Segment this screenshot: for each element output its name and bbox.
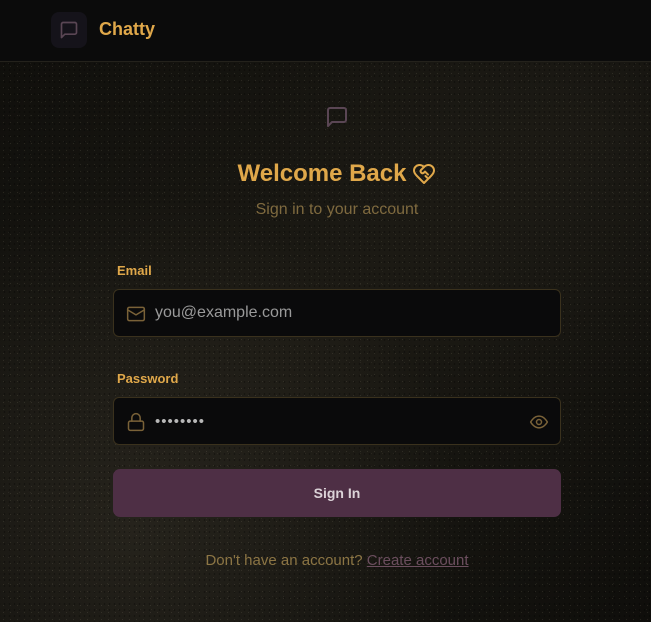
email-label: Email xyxy=(117,263,152,278)
sign-in-button[interactable]: Sign In xyxy=(113,469,561,517)
logo-button[interactable] xyxy=(51,12,87,48)
signup-prompt-text: Don't have an account? xyxy=(205,552,363,569)
email-field[interactable]: you@example.com xyxy=(113,289,561,337)
page-title: Welcome Back xyxy=(0,160,651,188)
password-value: •••••••• xyxy=(155,413,206,430)
subtitle: Sign in to your account xyxy=(255,201,419,218)
message-square-icon xyxy=(322,102,352,132)
hand-heart-icon xyxy=(413,164,436,184)
eye-icon[interactable] xyxy=(529,412,549,432)
top-header: Chatty xyxy=(0,0,651,62)
login-form-area: Welcome Back Sign in to your account Ema… xyxy=(0,62,651,622)
lock-icon xyxy=(127,412,145,432)
email-placeholder: you@example.com xyxy=(155,304,293,321)
password-label: Password xyxy=(117,371,179,386)
login-page: Chatty Welcome Back Sign in to your acco… xyxy=(0,0,651,622)
mail-icon xyxy=(126,306,146,322)
create-account-link[interactable]: Create account xyxy=(367,552,469,569)
message-square-icon xyxy=(60,21,78,39)
password-field[interactable]: •••••••• xyxy=(113,397,561,445)
signup-prompt: Don't have an account? Create account xyxy=(0,552,651,569)
app-title[interactable]: Chatty xyxy=(99,19,155,40)
welcome-title: Welcome Back xyxy=(237,160,407,187)
